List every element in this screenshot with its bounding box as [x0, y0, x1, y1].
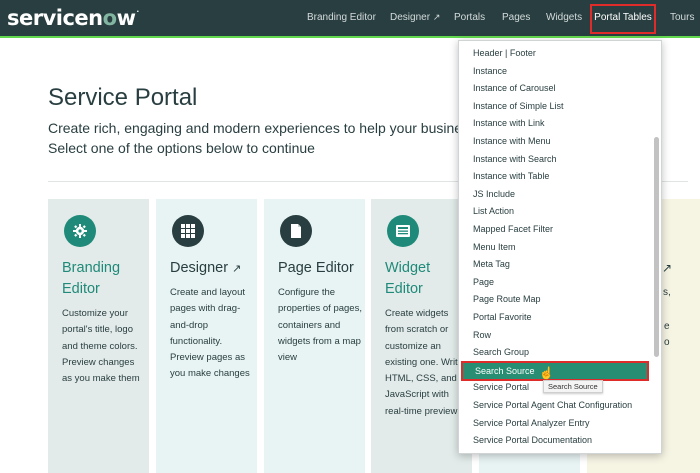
card-branding-editor[interactable]: Branding Editor Customize your portal's … — [48, 199, 149, 473]
gear-icon — [64, 215, 96, 247]
nav-designer[interactable]: Designer ↗ — [390, 12, 440, 23]
external-link-icon: ↗ — [432, 12, 441, 22]
card-title-text: Designer — [170, 260, 229, 276]
dropdown-item[interactable]: Instance with Link — [459, 115, 651, 133]
dropdown-item[interactable]: Service Portal Analyzer Entry — [459, 415, 651, 433]
document-icon — [280, 215, 312, 247]
card-description: Customize your portal's title, logo and … — [62, 308, 140, 385]
dropdown-item[interactable]: Instance with Search — [459, 151, 651, 169]
dropdown-item[interactable]: Menu Item — [459, 239, 651, 257]
dropdown-item[interactable]: Mapped Facet Filter — [459, 221, 651, 239]
dropdown-item[interactable]: Row — [459, 327, 651, 345]
subtitle-line: Select one of the options below to conti… — [48, 140, 315, 156]
card-title: Page Editor — [278, 260, 354, 276]
nav-portal-tables-label: Portal Tables — [594, 12, 652, 23]
external-link-icon: ↗ — [662, 261, 673, 275]
dropdown-item[interactable]: Instance of Simple List — [459, 98, 651, 116]
dropdown-item[interactable]: Instance — [459, 63, 651, 81]
grid-icon — [172, 215, 204, 247]
nav-tours[interactable]: Tours — [670, 12, 694, 23]
logo-mark: . — [136, 6, 139, 14]
dropdown-item[interactable]: Meta Tag — [459, 256, 651, 274]
card-text-fragment: o — [664, 337, 670, 348]
dropdown-item[interactable]: Search Source — [461, 360, 649, 381]
dropdown-item[interactable]: List Action — [459, 203, 651, 221]
dropdown-item[interactable]: Search Group — [459, 344, 651, 362]
dropdown-scrollbar[interactable] — [654, 137, 659, 357]
nav-widgets[interactable]: Widgets — [546, 12, 582, 23]
dropdown-item[interactable]: Instance of Carousel — [459, 80, 651, 98]
nav-branding-editor[interactable]: Branding Editor — [307, 12, 376, 23]
dropdown-item[interactable]: Portal Favorite — [459, 309, 651, 327]
card-description: Create widgets from scratch or customize… — [385, 308, 463, 417]
dropdown-item[interactable]: Page Route Map — [459, 291, 651, 309]
nav-portal-tables[interactable]: Portal Tables — [590, 4, 656, 34]
logo-text-part: w — [116, 6, 136, 30]
card-text-fragment: e — [664, 321, 670, 332]
nav-designer-label: Designer — [390, 12, 431, 23]
page-subtitle: Create rich, engaging and modern experie… — [48, 118, 468, 158]
card-title: Designer ↗ — [170, 258, 256, 280]
page-title: Service Portal — [48, 84, 198, 111]
dropdown-item[interactable]: JS Include — [459, 186, 651, 204]
dropdown-item[interactable]: Instance with Table — [459, 168, 651, 186]
logo-text-part: servicen — [7, 6, 103, 30]
logo-o: o — [102, 6, 117, 30]
nav-portals[interactable]: Portals — [454, 12, 485, 23]
card-widget-editor[interactable]: Widget Editor Create widgets from scratc… — [371, 199, 472, 473]
widget-icon — [387, 215, 419, 247]
top-nav-bar: servicenow. Branding Editor Designer ↗ P… — [0, 0, 700, 38]
card-description: Create and layout pages with drag-and-dr… — [170, 287, 250, 380]
dropdown-item[interactable]: Instance with Menu — [459, 133, 651, 151]
card-page-editor[interactable]: Page Editor Configure the properties of … — [264, 199, 365, 473]
dropdown-item[interactable]: Header | Footer — [459, 45, 651, 63]
page: servicenow. Branding Editor Designer ↗ P… — [0, 0, 700, 473]
card-designer[interactable]: Designer ↗ Create and layout pages with … — [156, 199, 257, 473]
card-description: Configure the properties of pages, conta… — [278, 287, 362, 364]
dropdown-item[interactable]: Service Portal Agent Chat Configuration — [459, 397, 651, 415]
pointer-cursor-icon: ☝ — [539, 366, 554, 380]
dropdown-item[interactable]: Service Portal Documentation — [459, 432, 651, 450]
card-title: Branding Editor — [62, 260, 121, 297]
servicenow-logo[interactable]: servicenow. — [7, 6, 139, 30]
dropdown-item[interactable]: Page — [459, 274, 651, 292]
external-link-icon: ↗ — [232, 263, 242, 275]
card-text-fragment: s, — [663, 287, 671, 298]
tooltip: Search Source — [543, 380, 603, 393]
nav-pages[interactable]: Pages — [502, 12, 530, 23]
subtitle-line: Create rich, engaging and modern experie… — [48, 120, 463, 136]
